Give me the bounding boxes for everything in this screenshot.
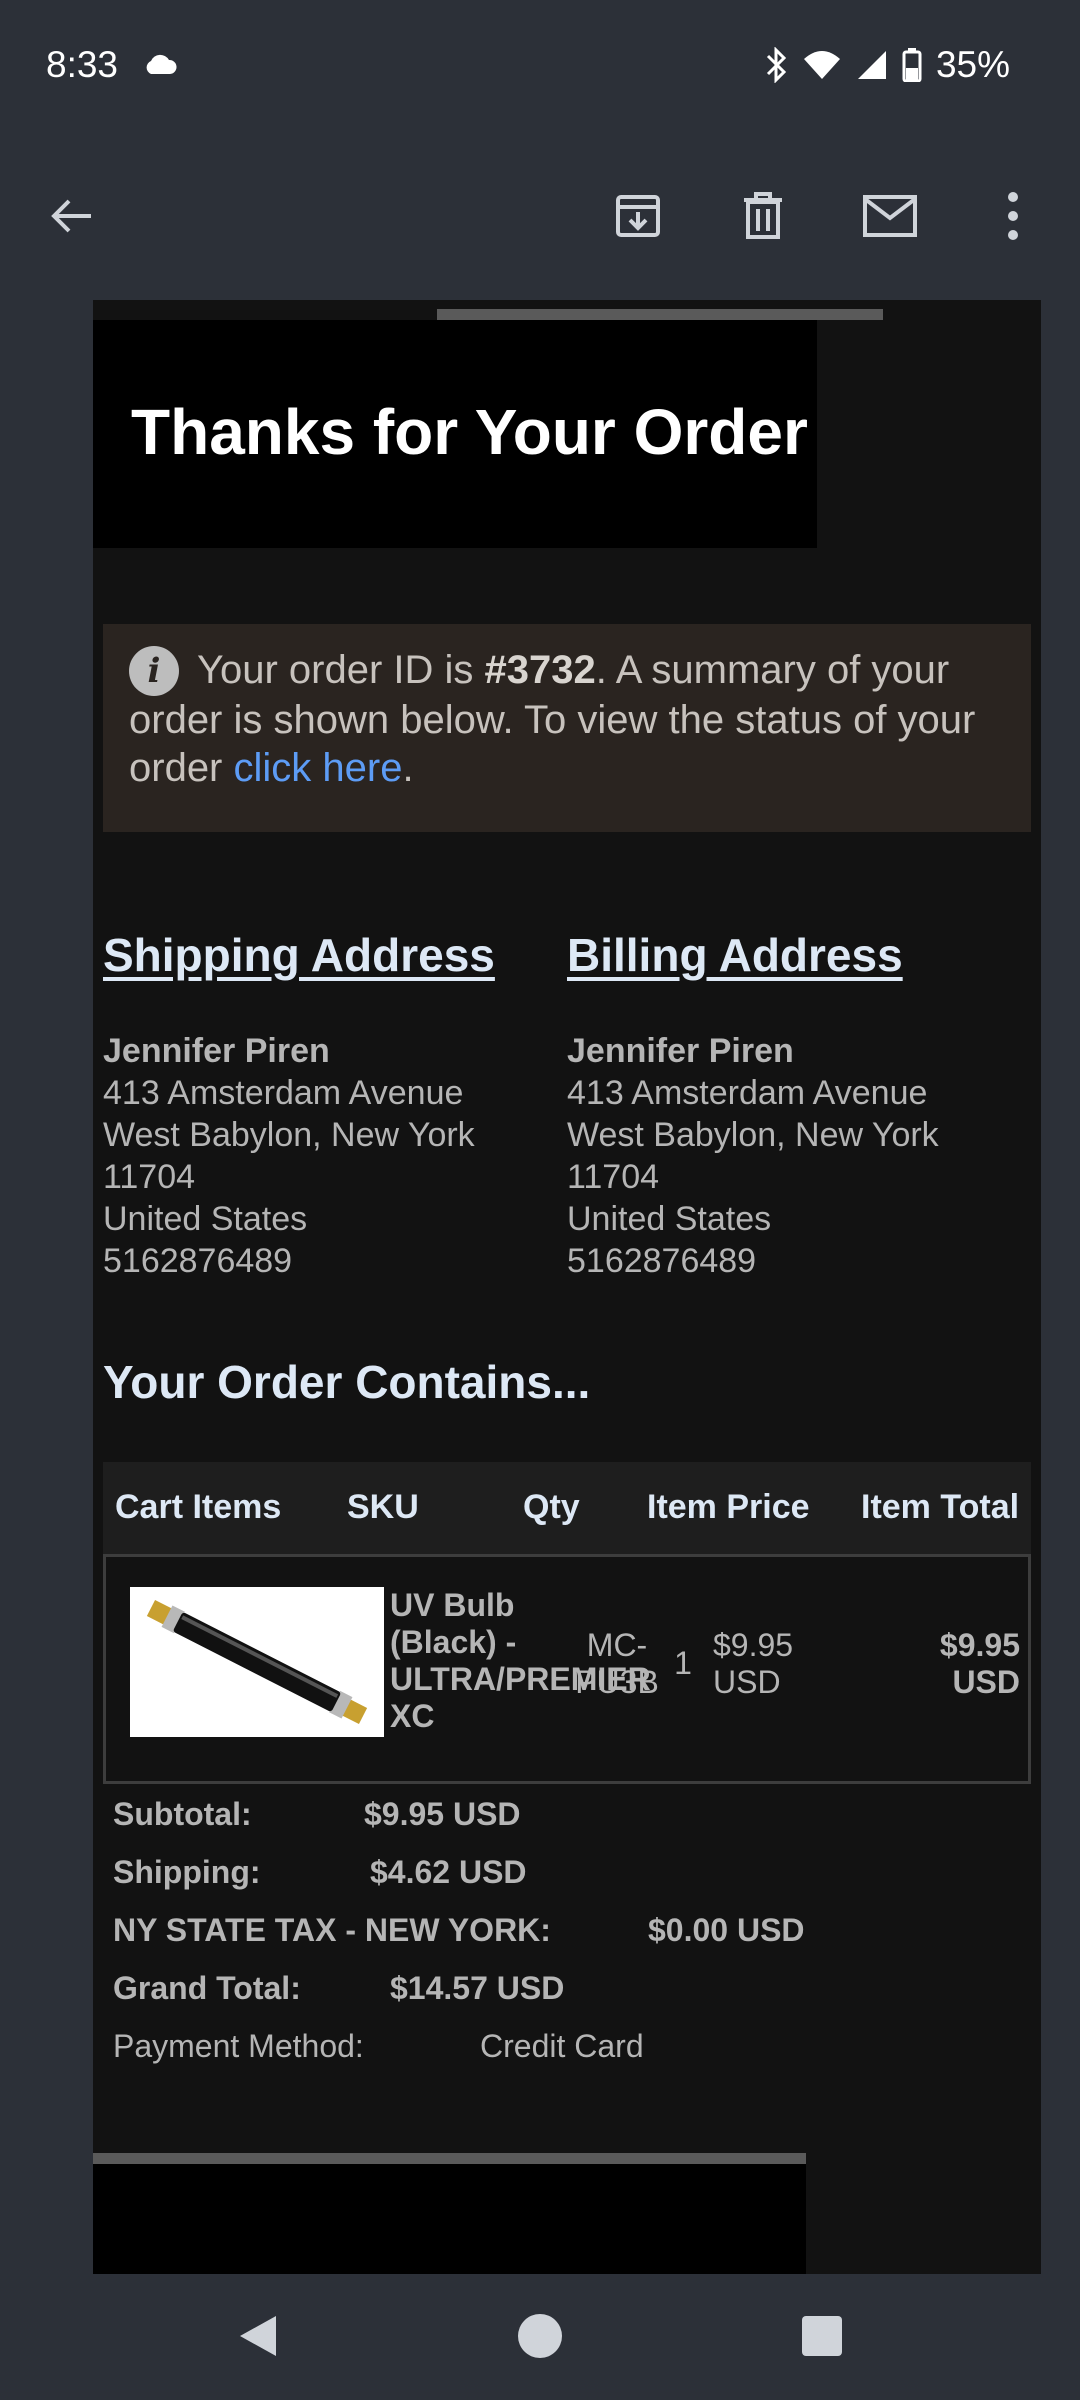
email-header: Thanks for Your Order	[93, 320, 817, 548]
back-arrow-icon[interactable]	[32, 176, 112, 256]
billing-name: Jennifer Piren	[567, 1032, 794, 1070]
cart-item-total: $9.95 USD	[939, 1627, 1020, 1700]
shipping-label: Shipping:	[113, 1854, 261, 1890]
shipping-address-title: Shipping Address	[103, 929, 495, 981]
shipping-country: United States	[103, 1200, 308, 1238]
billing-address: Billing Address Jennifer Piren 413 Amste…	[567, 928, 987, 1282]
shipping-city: West Babylon, New York	[103, 1116, 475, 1154]
billing-street: 413 Amsterdam Avenue	[567, 1074, 928, 1112]
battery-percent: 35%	[935, 44, 1010, 85]
email-title: Thanks for Your Order	[131, 396, 808, 468]
grand-total-label: Grand Total:	[113, 1970, 301, 2006]
billing-city: West Babylon, New York	[567, 1116, 939, 1154]
shipping-address: Shipping Address Jennifer Piren 413 Amst…	[103, 928, 523, 1282]
tax-label: NY STATE TAX - NEW YORK:	[113, 1912, 551, 1948]
subtotal-label: Subtotal:	[113, 1796, 252, 1832]
grand-total-value: $14.57 USD	[390, 1970, 565, 2006]
table-row: UV Bulb (Black) - ULTRA/PREMIER XC MC-PU…	[103, 1554, 1031, 1784]
signal-icon	[856, 49, 888, 81]
shipping-phone: 5162876489	[103, 1242, 293, 1280]
billing-phone: 5162876489	[567, 1242, 757, 1280]
order-info-box: i Your order ID is #3732. A summary of yo…	[103, 624, 1031, 832]
tax-value: $0.00 USD	[648, 1912, 805, 1948]
shipping-street: 413 Amsterdam Avenue	[103, 1074, 464, 1112]
scroll-indicator[interactable]	[437, 309, 883, 320]
col-sku: SKU	[347, 1488, 419, 1526]
shipping-value: $4.62 USD	[370, 1854, 527, 1890]
cloud-icon	[142, 52, 178, 81]
info-prefix: Your order ID is	[197, 648, 485, 692]
shipping-name: Jennifer Piren	[103, 1032, 330, 1070]
shipping-zip: 11704	[103, 1158, 196, 1196]
col-item-total: Item Total	[861, 1488, 1020, 1526]
wifi-icon	[802, 49, 842, 81]
status-bar: 8:33 35%	[0, 0, 1080, 132]
billing-country: United States	[567, 1200, 772, 1238]
info-icon: i	[129, 646, 179, 696]
app-bar	[0, 132, 1080, 300]
col-item-price: Item Price	[647, 1488, 810, 1526]
mail-icon[interactable]	[850, 176, 930, 256]
bluetooth-icon	[764, 47, 788, 83]
archive-icon[interactable]	[598, 176, 678, 256]
col-qty: Qty	[523, 1488, 580, 1526]
more-vert-icon[interactable]	[973, 176, 1053, 256]
info-suffix: .	[402, 746, 414, 790]
cart-item-price: $9.95 USD	[713, 1627, 794, 1700]
status-time: 8:33	[46, 44, 119, 85]
order-id: #3732	[484, 648, 596, 692]
nav-recents-icon[interactable]	[782, 2296, 862, 2376]
battery-icon	[902, 48, 922, 82]
nav-home-icon[interactable]	[500, 2296, 580, 2376]
billing-address-title: Billing Address	[567, 929, 903, 981]
product-image[interactable]	[130, 1587, 384, 1737]
subtotal-value: $9.95 USD	[364, 1796, 521, 1832]
payment-method-label: Payment Method:	[113, 2028, 364, 2064]
order-contains-title: Your Order Contains...	[103, 1356, 591, 1408]
email-footer	[93, 2164, 806, 2274]
payment-method-value: Credit Card	[480, 2028, 644, 2064]
email-body: Thanks for Your Order i Your order ID is …	[93, 300, 1041, 2274]
billing-zip: 11704	[567, 1158, 660, 1196]
order-status-link[interactable]: click here	[234, 746, 403, 790]
delete-icon[interactable]	[723, 176, 803, 256]
nav-back-icon[interactable]	[218, 2296, 298, 2376]
footer-divider	[93, 2153, 806, 2164]
cart-item-qty: 1	[674, 1645, 692, 1681]
system-nav-bar	[0, 2274, 1080, 2400]
col-cart-items: Cart Items	[115, 1488, 282, 1526]
cart-item-sku: MC-PU3B	[575, 1627, 659, 1700]
cart-table-header: Cart Items SKU Qty Item Price Item Total	[103, 1462, 1031, 1554]
cart-item-name: UV Bulb (Black) - ULTRA/PREMIER XC	[390, 1587, 651, 1734]
